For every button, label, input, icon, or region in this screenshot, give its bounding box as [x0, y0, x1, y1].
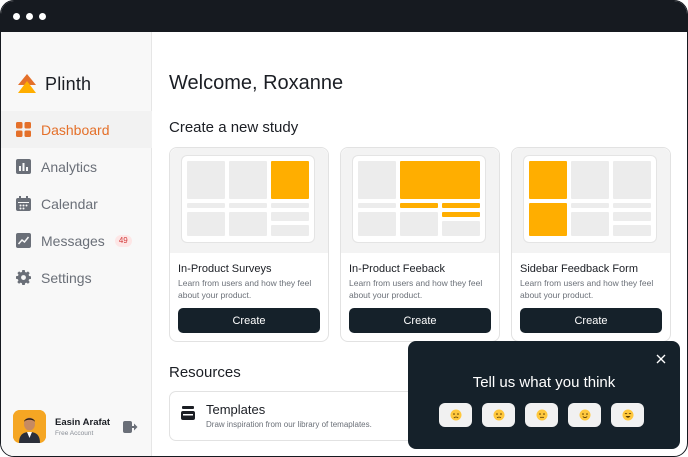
card-preview: [341, 148, 499, 253]
emoji-option-happy[interactable]: [568, 403, 601, 427]
gear-icon: [15, 270, 31, 286]
sidebar-item-dashboard[interactable]: Dashboard: [1, 111, 152, 148]
card-description: Learn from users and how they feel about…: [349, 278, 483, 300]
resource-description: Draw inspiration from our library of tem…: [206, 420, 372, 429]
layout-preview: [352, 155, 486, 243]
window-dot: [13, 13, 20, 20]
logout-icon[interactable]: [122, 419, 138, 435]
sidebar-item-label: Analytics: [41, 158, 98, 175]
create-button[interactable]: Create: [520, 308, 662, 333]
window-dot: [26, 13, 33, 20]
title-bar: [1, 1, 687, 32]
create-button[interactable]: Create: [178, 308, 320, 333]
card-title: In-Product Surveys: [178, 263, 272, 275]
calendar-icon: [15, 196, 31, 212]
create-section-title: Create a new study: [169, 119, 299, 136]
study-card-sidebar-form: Sidebar Feedback Form Learn from users a…: [511, 147, 671, 342]
sidebar-nav: Dashboard Analytics Calendar Messages 49…: [1, 111, 152, 296]
sidebar-item-analytics[interactable]: Analytics: [1, 148, 152, 185]
emoji-option-neutral[interactable]: [525, 403, 558, 427]
line-chart-icon: [15, 233, 31, 249]
emoji-rating: [439, 403, 654, 427]
emoji-option-sad[interactable]: [482, 403, 515, 427]
logo[interactable]: Plinth: [16, 72, 91, 96]
feedback-popup: Tell us what you think: [408, 341, 680, 449]
page-title: Welcome, Roxanne: [169, 72, 344, 94]
plinth-logo-icon: [18, 74, 36, 93]
user-role: Free Account: [55, 429, 94, 437]
templates-icon: [181, 406, 195, 420]
card-preview: [170, 148, 328, 253]
card-description: Learn from users and how they feel about…: [178, 278, 312, 300]
layout-preview: [523, 155, 657, 243]
sidebar-item-label: Calendar: [41, 195, 98, 212]
popup-title: Tell us what you think: [472, 374, 616, 391]
resources-title: Resources: [169, 364, 241, 381]
sidebar-item-calendar[interactable]: Calendar: [1, 185, 152, 222]
happy-emoji-icon: [579, 409, 590, 421]
very-happy-emoji-icon: [622, 409, 633, 421]
user-name: Easin Arafat: [55, 416, 111, 428]
messages-count-badge: 49: [114, 234, 132, 247]
sidebar-item-label: Dashboard: [41, 121, 110, 138]
user-profile: Easin Arafat Free Account: [13, 410, 141, 443]
sidebar-item-messages[interactable]: Messages 49: [1, 222, 152, 259]
create-button[interactable]: Create: [349, 308, 491, 333]
avatar[interactable]: [13, 410, 46, 443]
close-icon[interactable]: [655, 352, 667, 364]
sidebar-item-label: Settings: [41, 269, 92, 286]
bar-chart-icon: [15, 159, 31, 175]
card-description: Learn from users and how they feel about…: [520, 278, 654, 300]
sad-emoji-icon: [493, 409, 504, 421]
layout-preview: [181, 155, 315, 243]
study-card-feedback: In-Product Feeback Learn from users and …: [340, 147, 500, 342]
resource-title: Templates: [206, 402, 266, 417]
sidebar-item-label: Messages: [41, 232, 105, 249]
user-meta: Easin Arafat Free Account: [55, 417, 110, 437]
very-sad-emoji-icon: [450, 409, 461, 421]
neutral-emoji-icon: [536, 409, 547, 421]
study-card-surveys: In-Product Surveys Learn from users and …: [169, 147, 329, 342]
resource-templates[interactable]: Templates Draw inspiration from our libr…: [169, 391, 431, 441]
card-preview: [512, 148, 670, 253]
emoji-option-very-happy[interactable]: [611, 403, 644, 427]
grid-icon: [15, 122, 31, 138]
card-title: In-Product Feeback: [349, 263, 445, 275]
card-title: Sidebar Feedback Form: [520, 263, 638, 275]
sidebar-item-settings[interactable]: Settings: [1, 259, 152, 296]
window-dot: [39, 13, 46, 20]
app-window: Plinth Dashboard Analytics Calendar Mess…: [0, 0, 688, 457]
app-name: Plinth: [45, 73, 92, 94]
emoji-option-very-sad[interactable]: [439, 403, 472, 427]
sidebar: Plinth Dashboard Analytics Calendar Mess…: [1, 32, 152, 456]
